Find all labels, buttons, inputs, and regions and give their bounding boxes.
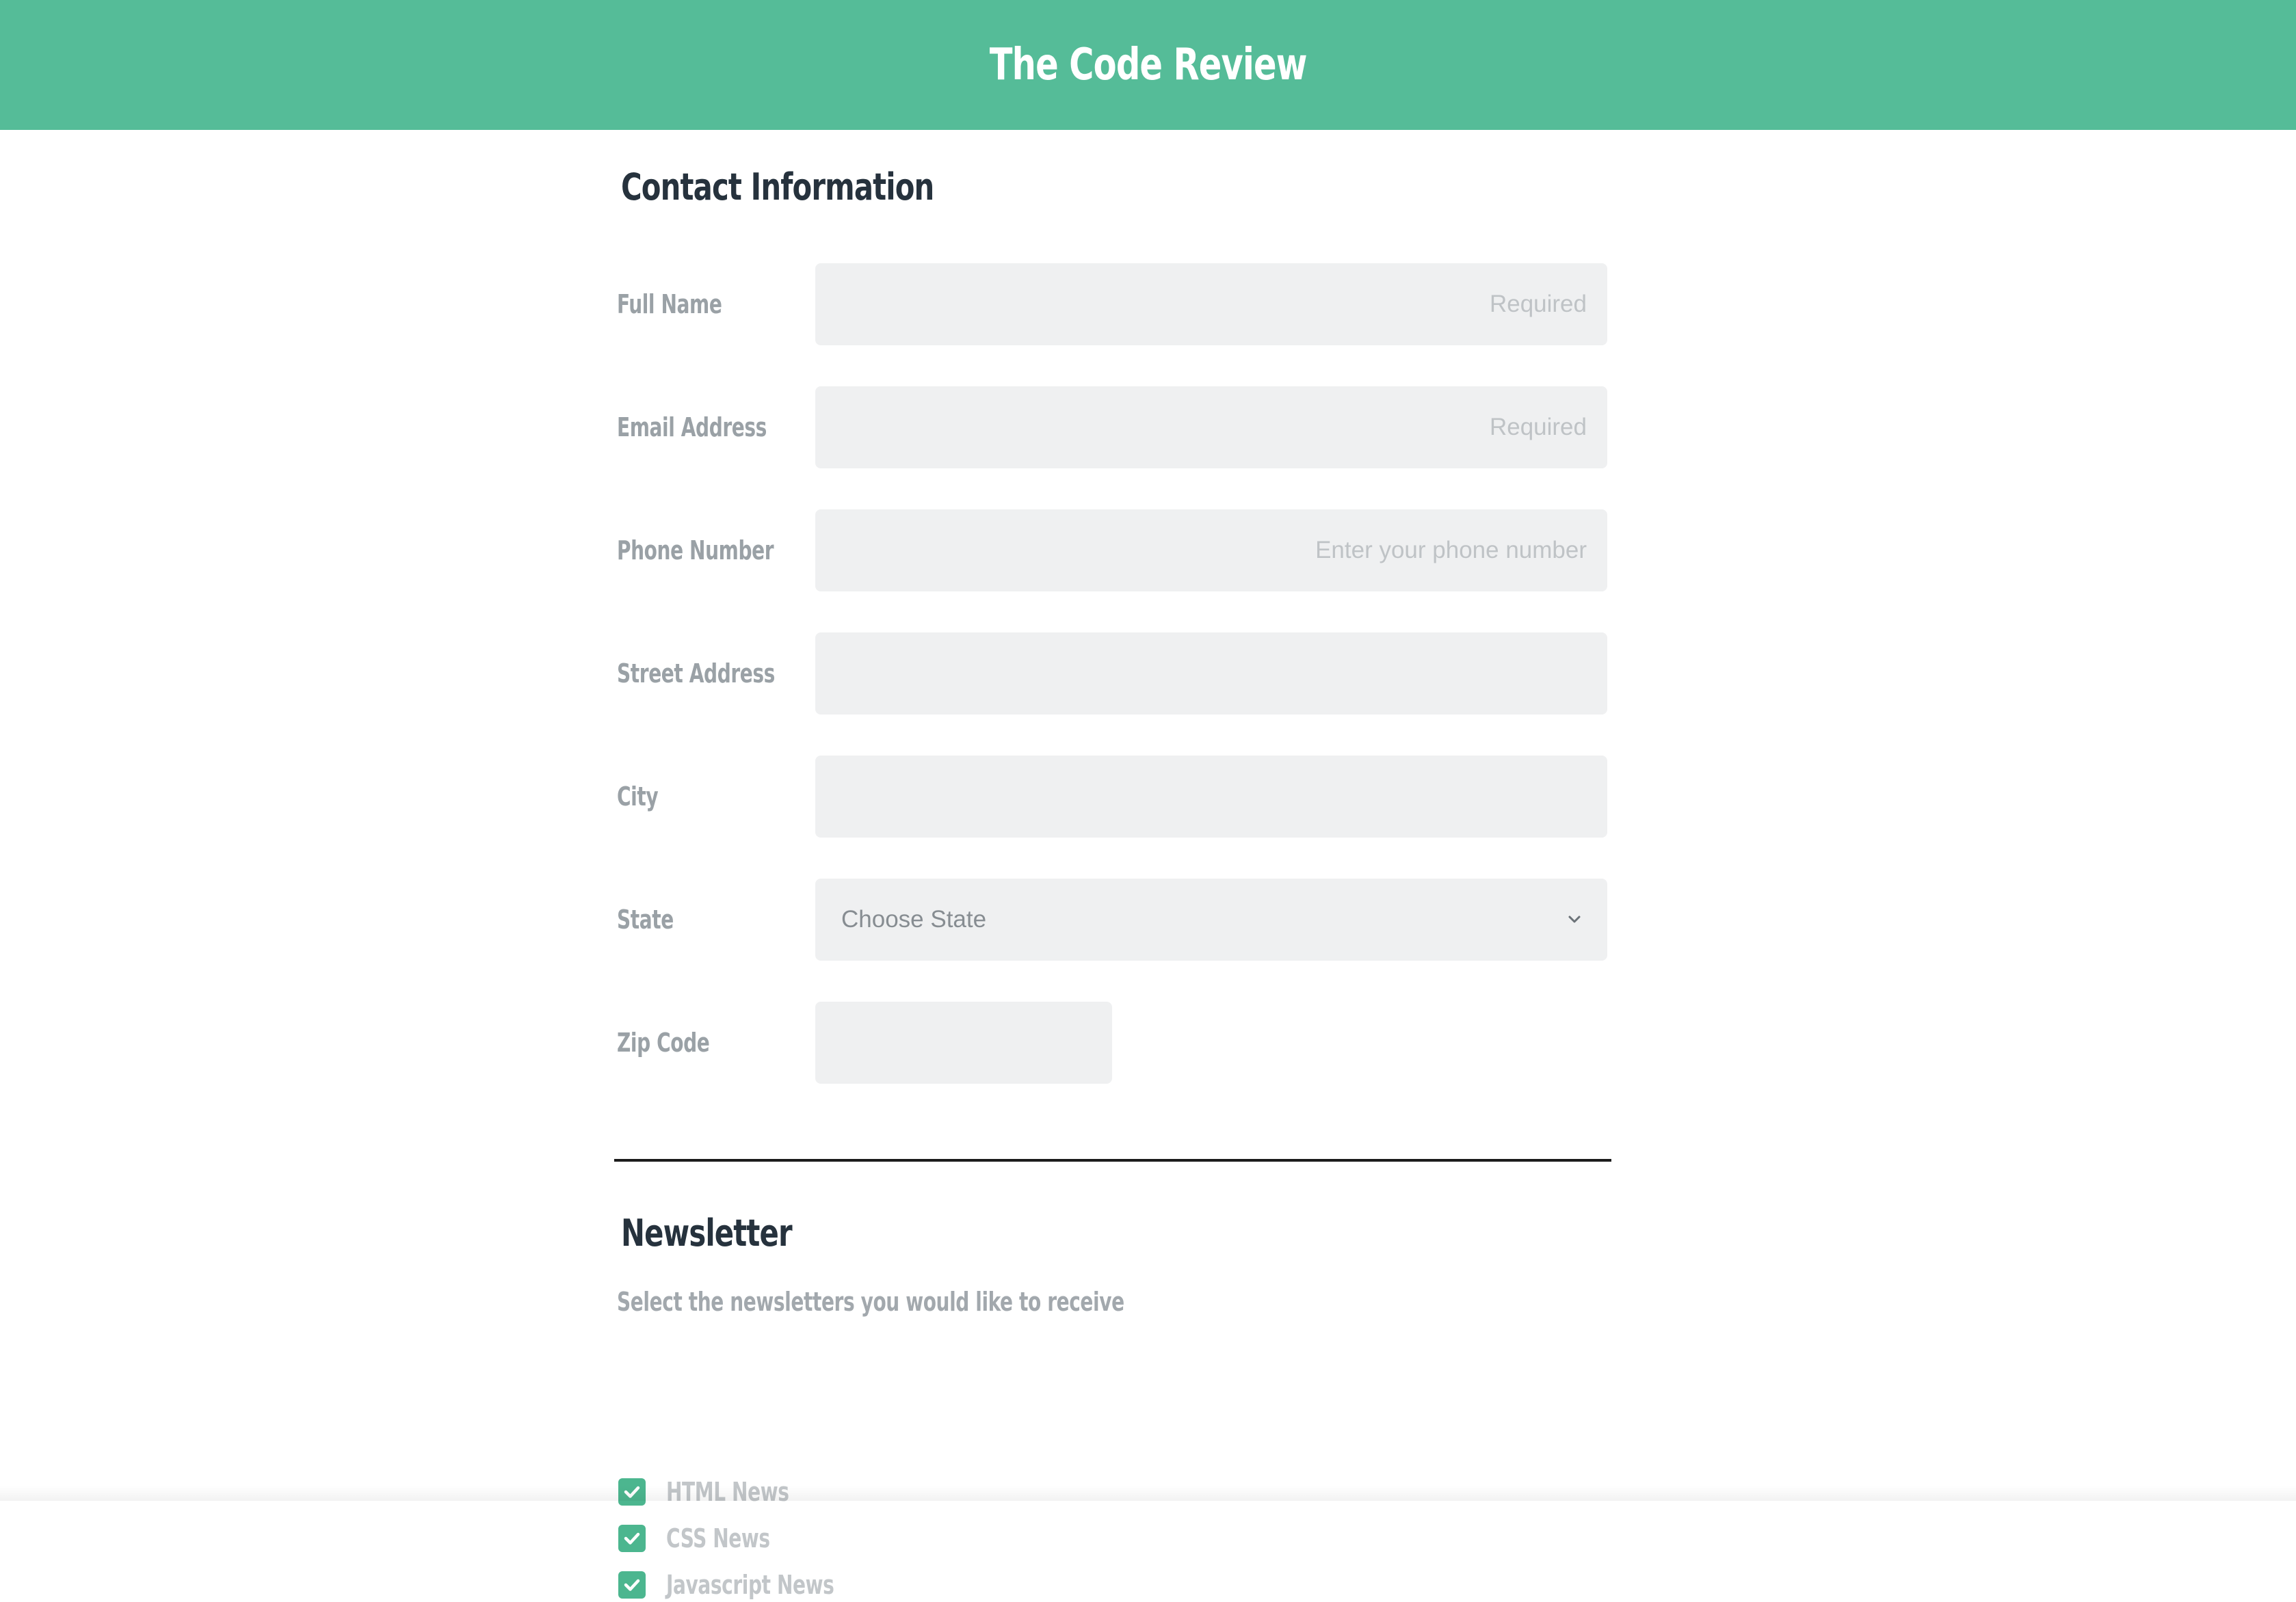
site-header: The Code Review (0, 0, 2296, 130)
state-select-value: Choose State (841, 906, 987, 933)
checkbox-checked-icon[interactable] (618, 1571, 646, 1599)
newsletter-description: Select the newsletters you would like to… (617, 1287, 1124, 1317)
newsletter-option-label: CSS News (666, 1523, 770, 1553)
state-row: State Choose State (614, 879, 1611, 961)
chevron-down-icon (1568, 913, 1581, 926)
city-input[interactable] (815, 756, 1607, 838)
email-row: Email Address (614, 386, 1611, 468)
street-address-row: Street Address (614, 632, 1611, 715)
full-name-input[interactable] (815, 263, 1607, 345)
site-title: The Code Review (989, 40, 1308, 90)
zip-code-row: Zip Code (614, 1002, 1611, 1084)
newsletter-option-css[interactable]: CSS News (618, 1521, 793, 1556)
newsletter-option-javascript[interactable]: Javascript News (618, 1568, 871, 1602)
newsletter-section-title: Newsletter (621, 1212, 793, 1255)
city-row: City (614, 756, 1611, 838)
phone-row: Phone Number (614, 509, 1611, 591)
bottom-scroll-fade (0, 1486, 2296, 1501)
email-label: Email Address (617, 412, 767, 442)
newsletter-option-label: Javascript News (666, 1570, 834, 1600)
email-input[interactable] (815, 386, 1607, 468)
checkbox-checked-icon[interactable] (618, 1525, 646, 1552)
zip-code-input[interactable] (815, 1002, 1112, 1084)
zip-code-label: Zip Code (617, 1028, 710, 1058)
section-divider (614, 1159, 1611, 1162)
state-label: State (617, 905, 674, 935)
phone-input[interactable] (815, 509, 1607, 591)
full-name-label: Full Name (617, 289, 722, 319)
phone-label: Phone Number (617, 535, 774, 565)
state-select[interactable]: Choose State (815, 879, 1607, 961)
contact-section-title: Contact Information (621, 165, 934, 209)
city-label: City (617, 782, 659, 812)
street-address-input[interactable] (815, 632, 1607, 715)
full-name-row: Full Name (614, 263, 1611, 345)
street-address-label: Street Address (617, 658, 775, 689)
